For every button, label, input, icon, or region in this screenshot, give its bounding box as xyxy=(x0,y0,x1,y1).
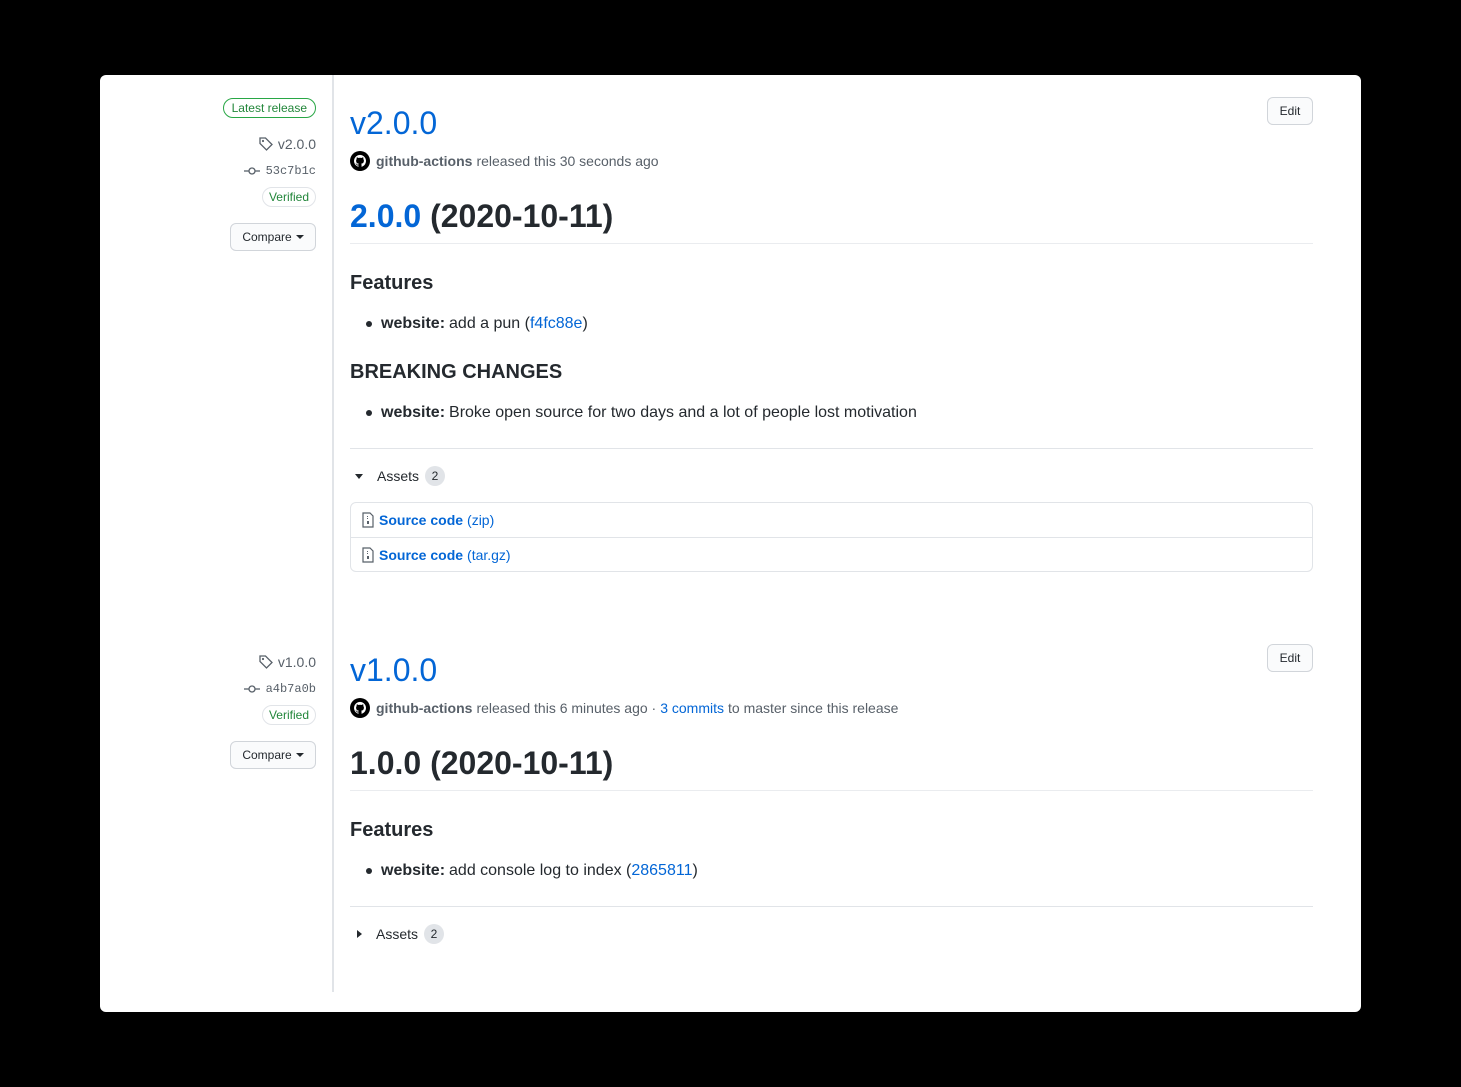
caret-down-icon xyxy=(295,235,304,239)
feature-commit-link[interactable]: f4fc88e xyxy=(530,315,582,333)
changelog-date: (2020-10-11) xyxy=(430,198,614,234)
compare-button[interactable]: Compare xyxy=(230,741,316,769)
feature-scope: website: xyxy=(381,862,446,879)
commit-sha: 53c7b1c xyxy=(265,164,316,178)
feature-close: ) xyxy=(582,315,588,332)
feature-text: add console log to index ( xyxy=(449,862,632,879)
github-avatar-icon[interactable] xyxy=(350,151,370,171)
asset-name[interactable]: Source code xyxy=(379,512,463,528)
feature-item: website: add a pun (f4fc88e) xyxy=(366,315,588,333)
commits-since-suffix: to master since this release xyxy=(728,700,899,716)
bullet xyxy=(366,868,372,874)
feature-item: website: add console log to index (28658… xyxy=(366,862,698,880)
tag-icon xyxy=(259,137,273,151)
asset-name[interactable]: Source code xyxy=(379,547,463,563)
changelog-version-link[interactable]: 2.0.0 xyxy=(350,198,421,234)
author-link[interactable]: github-actions xyxy=(376,700,472,716)
changelog-heading: 1.0.0 (2020-10-11) xyxy=(350,745,1313,791)
separator xyxy=(350,448,1313,449)
asset-item[interactable]: Source code (zip) xyxy=(351,503,1312,537)
release-title[interactable]: v2.0.0 xyxy=(350,105,437,142)
latest-release-badge: Latest release xyxy=(222,98,316,118)
github-avatar-icon[interactable] xyxy=(350,698,370,718)
assets-label: Assets xyxy=(376,926,419,942)
assets-list: Source code (zip) Source code (tar.gz) xyxy=(350,502,1313,572)
release-commit[interactable]: 53c7b1c xyxy=(243,164,316,178)
assets-toggle[interactable]: Assets 2 xyxy=(353,466,446,486)
breaking-item: website: Broke open source for two days … xyxy=(366,404,917,422)
assets-label: Assets xyxy=(377,468,420,484)
tag-label: v1.0.0 xyxy=(277,654,316,670)
tag-label: v2.0.0 xyxy=(277,136,316,152)
breaking-scope: website: xyxy=(381,404,446,421)
bullet xyxy=(366,321,372,327)
breaking-heading: BREAKING CHANGES xyxy=(350,361,563,383)
edit-button[interactable]: Edit xyxy=(1267,644,1313,672)
bullet xyxy=(366,410,372,416)
file-zip-icon xyxy=(362,512,374,528)
triangle-right-icon xyxy=(357,930,362,938)
feature-text: add a pun ( xyxy=(449,315,530,332)
commit-icon xyxy=(243,167,260,175)
released-time: released this 30 seconds ago xyxy=(476,153,659,169)
caret-down-icon xyxy=(295,753,304,757)
commit-sha: a4b7a0b xyxy=(265,682,316,696)
commit-icon xyxy=(243,685,260,693)
release-title[interactable]: v1.0.0 xyxy=(350,652,437,689)
file-zip-icon xyxy=(362,546,374,563)
verified-badge[interactable]: Verified xyxy=(261,187,316,207)
compare-button[interactable]: Compare xyxy=(230,223,316,251)
assets-count: 2 xyxy=(424,924,445,944)
asset-item[interactable]: Source code (tar.gz) xyxy=(351,537,1312,571)
release-commit[interactable]: a4b7a0b xyxy=(243,682,316,696)
released-time: released this 6 minutes ago · xyxy=(476,700,657,716)
release-meta: github-actions released this 30 seconds … xyxy=(350,151,659,171)
asset-ext: (tar.gz) xyxy=(467,546,511,563)
commits-since-link[interactable]: 3 commits xyxy=(660,700,724,716)
release-tag[interactable]: v2.0.0 xyxy=(258,136,316,152)
release-tag[interactable]: v1.0.0 xyxy=(258,654,316,670)
assets-count: 2 xyxy=(425,466,446,486)
feature-close: ) xyxy=(692,862,698,879)
asset-ext: (zip) xyxy=(467,512,495,528)
timeline-divider xyxy=(332,75,334,992)
tag-icon xyxy=(259,655,273,669)
features-heading: Features xyxy=(350,272,434,294)
separator xyxy=(350,906,1313,907)
features-heading: Features xyxy=(350,819,434,841)
feature-commit-link[interactable]: 2865811 xyxy=(631,862,692,880)
compare-label: Compare xyxy=(242,230,292,244)
breaking-text: Broke open source for two days and a lot… xyxy=(449,404,917,421)
feature-scope: website: xyxy=(381,315,446,332)
changelog-heading: 2.0.0 (2020-10-11) xyxy=(350,198,1313,244)
compare-label: Compare xyxy=(242,748,292,762)
verified-badge[interactable]: Verified xyxy=(261,705,316,725)
author-link[interactable]: github-actions xyxy=(376,153,472,169)
triangle-down-icon xyxy=(355,473,363,479)
assets-toggle[interactable]: Assets 2 xyxy=(353,924,445,944)
edit-button[interactable]: Edit xyxy=(1267,97,1313,125)
release-meta: github-actions released this 6 minutes a… xyxy=(350,698,898,718)
releases-card: Latest release v2.0.0 53c7b1c Verified C… xyxy=(100,75,1361,1012)
